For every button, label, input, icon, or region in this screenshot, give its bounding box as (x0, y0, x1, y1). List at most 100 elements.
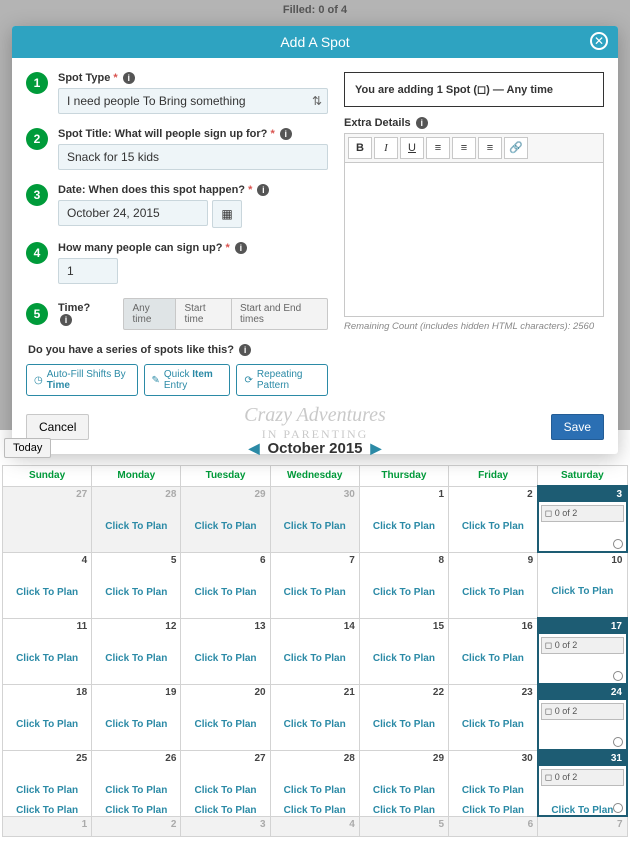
calendar-day[interactable]: 28Click To Plan (92, 486, 181, 552)
spot-badge[interactable]: ◻ 0 of 2 (541, 703, 624, 720)
click-to-plan-link[interactable]: Click To Plan (360, 521, 448, 532)
click-to-plan-link[interactable]: Click To Plan (3, 805, 91, 816)
bold-button[interactable]: B (348, 137, 372, 159)
click-to-plan-link[interactable]: Click To Plan (3, 587, 91, 598)
click-to-plan-link[interactable]: Click To Plan (3, 785, 91, 796)
click-to-plan-link[interactable]: Click To Plan (92, 785, 180, 796)
spot-badge[interactable]: ◻ 0 of 2 (541, 505, 624, 522)
quick-item-chip[interactable]: ✎Quick Item Entry (144, 364, 231, 396)
click-to-plan-link[interactable]: Click To Plan (92, 653, 180, 664)
info-icon[interactable]: i (280, 128, 292, 140)
click-to-plan-link[interactable]: Click To Plan (181, 719, 269, 730)
calendar-day[interactable]: 7Click To Plan (538, 816, 627, 836)
info-icon[interactable]: i (257, 184, 269, 196)
click-to-plan-link[interactable]: Click To Plan (360, 587, 448, 598)
calendar-day[interactable]: 1Click To Plan (359, 486, 448, 552)
click-to-plan-link[interactable]: Click To Plan (181, 521, 269, 532)
click-to-plan-link[interactable]: Click To Plan (360, 805, 448, 816)
link-button[interactable]: 🔗 (504, 137, 528, 159)
details-textarea[interactable] (345, 163, 603, 313)
click-to-plan-link[interactable]: Click To Plan (181, 785, 269, 796)
click-to-plan-link[interactable]: Click To Plan (181, 587, 269, 598)
time-option-startend[interactable]: Start and End times (232, 298, 328, 330)
calendar-day[interactable]: 3Click To Plan (181, 816, 270, 836)
repeating-chip[interactable]: ⟳Repeating Pattern (236, 364, 328, 396)
spot-title-input[interactable] (58, 144, 328, 170)
calendar-day[interactable]: 30Click To Plan (270, 486, 359, 552)
calendar-icon[interactable]: ▦ (212, 200, 242, 228)
click-to-plan-link[interactable]: Click To Plan (3, 653, 91, 664)
calendar-day[interactable]: 11Click To Plan (3, 618, 92, 684)
calendar-day[interactable]: 6Click To Plan (449, 816, 538, 836)
calendar-day[interactable]: 29Click To Plan (181, 486, 270, 552)
calendar-day[interactable]: 8Click To Plan (359, 552, 448, 618)
next-month-button[interactable]: ▶ (363, 440, 390, 457)
calendar-day[interactable]: 19Click To Plan (92, 684, 181, 750)
calendar-day[interactable]: 20Click To Plan (181, 684, 270, 750)
italic-button[interactable]: I (374, 137, 398, 159)
click-to-plan-link[interactable]: Click To Plan (271, 805, 359, 816)
spot-type-select[interactable]: I need people To Bring something (58, 88, 328, 114)
count-input[interactable] (58, 258, 118, 284)
calendar-day[interactable]: 21Click To Plan (270, 684, 359, 750)
click-to-plan-link[interactable]: Click To Plan (181, 805, 269, 816)
calendar-day[interactable]: 12Click To Plan (92, 618, 181, 684)
align-center-button[interactable]: ≡ (452, 137, 476, 159)
click-to-plan-link[interactable]: Click To Plan (271, 785, 359, 796)
calendar-day[interactable]: 22Click To Plan (359, 684, 448, 750)
click-to-plan-link[interactable]: Click To Plan (449, 719, 537, 730)
click-to-plan-link[interactable]: Click To Plan (449, 653, 537, 664)
click-to-plan-link[interactable]: Click To Plan (271, 719, 359, 730)
info-icon[interactable]: i (60, 314, 72, 326)
autofill-chip[interactable]: ◷Auto-Fill Shifts By Time (26, 364, 138, 396)
click-to-plan-link[interactable]: Click To Plan (271, 653, 359, 664)
click-to-plan-link[interactable]: Click To Plan (449, 587, 537, 598)
calendar-day[interactable]: 7Click To Plan (270, 552, 359, 618)
calendar-day[interactable]: 10Click To Plan (538, 552, 627, 618)
calendar-day[interactable]: 5Click To Plan (92, 552, 181, 618)
calendar-day[interactable]: 2Click To Plan (92, 816, 181, 836)
click-to-plan-link[interactable]: Click To Plan (271, 521, 359, 532)
click-to-plan-link[interactable]: Click To Plan (181, 653, 269, 664)
click-to-plan-link[interactable]: Click To Plan (538, 805, 626, 816)
calendar-day[interactable]: 27 (3, 486, 92, 552)
click-to-plan-link[interactable]: Click To Plan (360, 719, 448, 730)
click-to-plan-link[interactable]: Click To Plan (449, 521, 537, 532)
calendar-day[interactable]: 14Click To Plan (270, 618, 359, 684)
calendar-day[interactable]: 4Click To Plan (3, 552, 92, 618)
calendar-day[interactable]: 5Click To Plan (359, 816, 448, 836)
click-to-plan-link[interactable]: Click To Plan (271, 587, 359, 598)
info-icon[interactable]: i (416, 117, 428, 129)
click-to-plan-link[interactable]: Click To Plan (92, 587, 180, 598)
align-right-button[interactable]: ≡ (478, 137, 502, 159)
calendar-day[interactable]: 13Click To Plan (181, 618, 270, 684)
calendar-day[interactable]: 15Click To Plan (359, 618, 448, 684)
click-to-plan-link[interactable]: Click To Plan (449, 785, 537, 796)
spot-badge[interactable]: ◻ 0 of 2 (541, 769, 624, 786)
calendar-day[interactable]: 1Click To Plan (3, 816, 92, 836)
calendar-day[interactable]: 16Click To Plan (449, 618, 538, 684)
calendar-day[interactable]: 18Click To Plan (3, 684, 92, 750)
underline-button[interactable]: U (400, 137, 424, 159)
click-to-plan-link[interactable]: Click To Plan (360, 653, 448, 664)
click-to-plan-link[interactable]: Click To Plan (92, 521, 180, 532)
time-option-anytime[interactable]: Any time (123, 298, 176, 330)
calendar-day[interactable]: 9Click To Plan (449, 552, 538, 618)
date-input[interactable] (58, 200, 208, 226)
info-icon[interactable]: i (235, 242, 247, 254)
calendar-day[interactable]: 6Click To Plan (181, 552, 270, 618)
calendar-day[interactable]: 24◻ 0 of 2 (538, 684, 627, 750)
click-to-plan-link[interactable]: Click To Plan (449, 805, 537, 816)
prev-month-button[interactable]: ◀ (241, 440, 268, 457)
click-to-plan-link[interactable]: Click To Plan (92, 719, 180, 730)
time-option-start[interactable]: Start time (176, 298, 232, 330)
calendar-day[interactable]: 3◻ 0 of 2 (538, 486, 627, 552)
click-to-plan-link[interactable]: Click To Plan (3, 719, 91, 730)
click-to-plan-link[interactable]: Click To Plan (538, 586, 626, 597)
calendar-day[interactable]: 2Click To Plan (449, 486, 538, 552)
info-icon[interactable]: i (239, 344, 251, 356)
info-icon[interactable]: i (123, 72, 135, 84)
calendar-day[interactable]: 17◻ 0 of 2 (538, 618, 627, 684)
calendar-day[interactable]: 23Click To Plan (449, 684, 538, 750)
click-to-plan-link[interactable]: Click To Plan (92, 805, 180, 816)
